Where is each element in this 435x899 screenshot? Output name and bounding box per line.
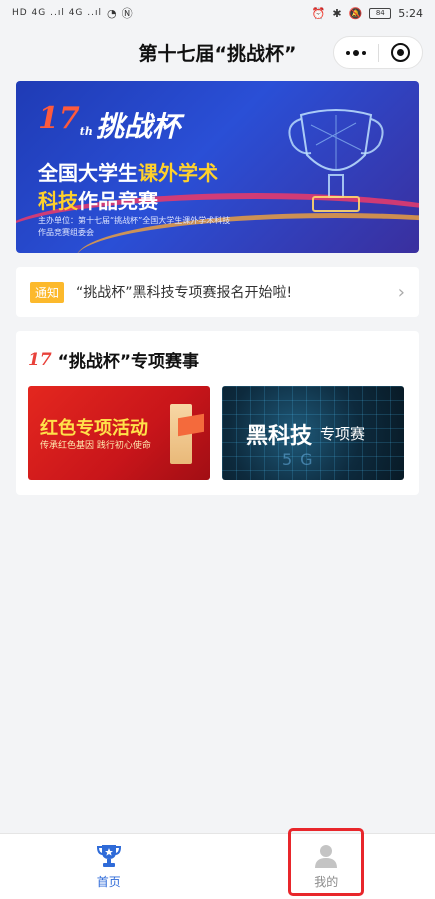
section-header: 17 “挑战杯”专项赛事 (28, 347, 407, 373)
wifi-icon: ◔ (107, 6, 117, 20)
card-subtitle: 传承红色基因 践行初心使命 (40, 441, 151, 451)
notice-tag: 通知 (30, 281, 65, 303)
trophy-illustration-icon (288, 109, 384, 212)
alarm-icon: ⏰ (311, 6, 326, 20)
more-button[interactable] (334, 37, 378, 68)
tab-home[interactable]: 首页 (0, 834, 218, 899)
status-left: HD 4G ..ıl 4G ..ıl ◔ Ⓝ (12, 5, 133, 21)
trophy-icon (96, 845, 121, 867)
challenge-cup-logo: 17th (38, 101, 93, 138)
challenge-cup-mini-logo-icon: 17 (28, 349, 52, 370)
miniprogram-capsule (333, 36, 423, 69)
section-title: “挑战杯”专项赛事 (57, 352, 200, 372)
navigation-bar: 第十七届“挑战杯” (0, 26, 435, 78)
card-overlay-text: 5G (282, 450, 321, 469)
headline-prefix: 全国大学生 (38, 161, 138, 185)
hero-banner[interactable]: 17th 挑战杯 全国大学生课外学术 科技作品竞赛 主办单位：第十七届“挑战杯”… (16, 81, 419, 253)
status-bar: HD 4G ..ıl 4G ..ıl ◔ Ⓝ ⏰ ✱ 🔕 84 5:24 (0, 0, 435, 26)
bluetooth-icon: ✱ (332, 6, 342, 20)
notice-bar[interactable]: 通知 “挑战杯”黑科技专项赛报名开始啦! › (16, 267, 419, 317)
status-right: ⏰ ✱ 🔕 84 5:24 (312, 7, 423, 20)
banner-headline-2: 科技作品竞赛 (38, 185, 158, 214)
banner-organizer: 主办单位：第十七届“挑战杯”全国大学生课外学术科技作品竞赛组委会 (38, 216, 231, 237)
card-title: 黑科技 (246, 424, 313, 449)
event-cards: 红色专项活动 传承红色基因 践行初心使命 5G 黑科技 专项赛 (28, 386, 407, 480)
banner-headline-1: 全国大学生课外学术 (38, 157, 218, 186)
black-tech-event-card[interactable]: 5G 黑科技 专项赛 (222, 386, 404, 480)
card-title-suffix: 专项赛 (320, 425, 366, 443)
tab-mine[interactable]: 我的 (218, 828, 435, 899)
card-title: 红色专项活动 (40, 418, 148, 439)
bottom-tab-bar: 首页 我的 (0, 828, 435, 899)
mute-icon: 🔕 (348, 6, 363, 20)
nfc-icon: Ⓝ (121, 7, 133, 20)
close-target-icon (390, 43, 410, 62)
clock: 5:24 (398, 6, 423, 20)
close-button[interactable] (379, 37, 423, 68)
headline-highlight: 课外学术 (138, 161, 218, 185)
highlight-box (287, 828, 364, 896)
page-title: 第十七届“挑战杯” (138, 42, 297, 65)
banner-brand: 挑战杯 (96, 110, 181, 143)
headline-highlight: 科技 (38, 189, 78, 213)
flag-illustration-icon (178, 413, 204, 437)
more-dots-icon (345, 49, 366, 56)
battery-icon: 84 (369, 7, 392, 19)
tab-label: 首页 (96, 875, 121, 889)
red-event-card[interactable]: 红色专项活动 传承红色基因 践行初心使命 (28, 386, 210, 480)
signal-icon: HD 4G ..ıl 4G ..ıl (12, 8, 102, 18)
notice-text: “挑战杯”黑科技专项赛报名开始啦! (76, 285, 293, 301)
chevron-right-icon: › (397, 281, 405, 303)
headline-suffix: 作品竞赛 (78, 189, 158, 213)
special-events-section: 17 “挑战杯”专项赛事 红色专项活动 传承红色基因 践行初心使命 5G 黑科技… (16, 331, 419, 495)
